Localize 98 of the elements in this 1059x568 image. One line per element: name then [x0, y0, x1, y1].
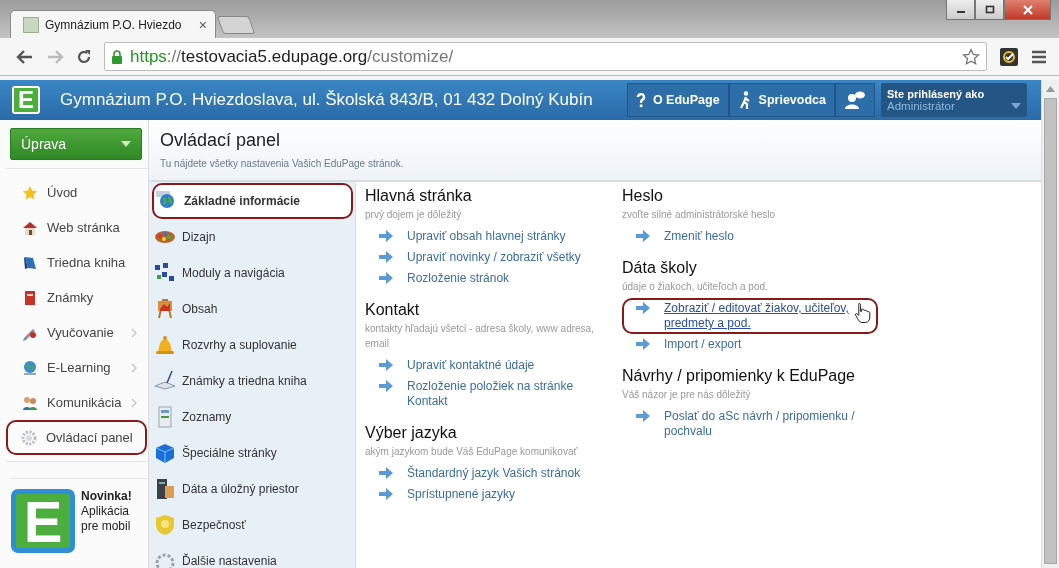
arrow-icon [379, 251, 393, 263]
section-title: Hlavná stránka [365, 187, 473, 205]
blocks-icon [154, 262, 176, 284]
sidebar-item[interactable]: Triedna kniha [6, 245, 147, 280]
edit-menu-button[interactable]: Úprava [10, 128, 142, 160]
settings-link[interactable]: Upraviť kontaktné údaje [365, 355, 621, 376]
category-item[interactable]: Špeciálne stránky [152, 435, 353, 471]
category-item[interactable]: Rozvrhy a suplovanie [152, 327, 353, 363]
hand-cursor-icon [854, 302, 872, 324]
back-icon[interactable] [16, 48, 34, 65]
menu-icon[interactable] [1031, 49, 1047, 64]
category-item[interactable]: Ďalšie nastavenia [152, 543, 353, 568]
minimize-button[interactable] [946, 0, 975, 20]
page-title: Ovládací panel [160, 130, 282, 151]
category-item[interactable]: Známky a triedna kniha [152, 363, 353, 399]
lock-icon [111, 49, 123, 64]
maximize-button[interactable] [975, 0, 1004, 20]
section-title: Návrhy / pripomienky k EduPage [622, 367, 856, 385]
settings-link[interactable]: Štandardný jazyk Vašich stránok [365, 463, 621, 484]
scrollbar[interactable] [1041, 80, 1059, 568]
close-icon [1021, 4, 1034, 15]
caret-icon [121, 141, 131, 147]
settings-link[interactable]: Upraviť obsah hlavnej stránky [365, 226, 621, 247]
gear-icon [21, 429, 37, 446]
help-button[interactable]: O EduPage [626, 83, 729, 117]
notebook-icon [22, 289, 38, 306]
arrow-icon [379, 467, 393, 479]
tab-close-button[interactable]: × [198, 16, 207, 33]
arrow-icon [636, 410, 650, 422]
section-title: Výber jazyka [365, 424, 458, 442]
chat-button[interactable] [835, 83, 875, 117]
sidebar-item[interactable]: Úvod [6, 175, 147, 210]
section-subtitle: zvoľte silné administrátorské heslo [622, 208, 776, 222]
reload-icon[interactable] [76, 48, 92, 65]
section-subtitle: Váš názor je pre nás dôležitý [622, 388, 752, 402]
settings-link[interactable]: Rozloženie stránok [365, 268, 621, 289]
section-subtitle: akým jazykom bude Váš EduPage komunikovať [365, 445, 579, 459]
settings-link[interactable]: Sprístupnené jazyky [365, 484, 621, 505]
section-title: Kontakt [365, 301, 421, 319]
favicon-icon [23, 16, 39, 33]
tab-title: Gymnázium P.O. Hviezdo [45, 17, 183, 32]
arrow-icon [636, 338, 650, 350]
page-subtitle: Tu nájdete všetky nastavenia Vašich EduPage stránok. [160, 158, 405, 169]
settings-link[interactable]: Import / export [622, 334, 878, 355]
server-icon [154, 478, 176, 500]
category-item[interactable]: Bezpečnosť [152, 507, 353, 543]
category-item[interactable]: Dizajn [152, 219, 353, 255]
shield-icon [154, 514, 176, 536]
cube-icon [154, 442, 176, 464]
arrow-icon [379, 359, 393, 371]
globe-icon [22, 359, 38, 376]
promo-title: Novinka! [81, 489, 133, 504]
bookmark-star-icon[interactable] [962, 47, 980, 66]
section-subtitle: prvý dojem je dôležitý [365, 208, 463, 222]
section-subtitle: údaje o žiakoch, učiteľoch a pod. [622, 280, 769, 294]
maximize-icon [984, 5, 995, 14]
category-item[interactable]: Základné informácie [152, 183, 353, 219]
sidebar-item[interactable]: Ovládací panel [6, 420, 147, 455]
promo-text[interactable]: Aplikácia pre mobil [81, 504, 141, 534]
settings-link[interactable]: Upraviť novinky / zobraziť všetky [365, 247, 621, 268]
sidebar-item[interactable]: Známky [6, 280, 147, 315]
category-item[interactable]: Moduly a navigácia [152, 255, 353, 291]
close-button[interactable] [1004, 0, 1051, 20]
category-item[interactable]: Zoznamy [152, 399, 353, 435]
guide-button[interactable]: Sprievodca [728, 83, 835, 117]
arrow-icon [379, 272, 393, 284]
book-icon [22, 254, 38, 271]
arrow-icon [379, 488, 393, 500]
settings-link[interactable]: Rozloženie položiek na stránke Kontakt [365, 376, 621, 412]
people-icon [22, 394, 38, 411]
sidebar-item[interactable]: Komunikácia [6, 385, 147, 420]
house-icon [22, 219, 38, 236]
arrow-icon [636, 302, 650, 314]
user-dropdown[interactable]: Ste prihlásený ako Administrátor [881, 83, 1027, 117]
sidebar-item[interactable]: Vyučovanie [6, 315, 147, 350]
settings-link[interactable]: Zmeniť heslo [622, 226, 878, 247]
section-title: Heslo [622, 187, 664, 205]
extension-icon[interactable] [999, 46, 1019, 67]
address-bar[interactable]: https://testovacia5.edupage.org/customize/ [104, 42, 987, 71]
sidebar-item[interactable]: Web stránka [6, 210, 147, 245]
question-mark-icon [635, 92, 646, 108]
section-subtitle: kontakty hľadajú všetci - adresa školy, www adresa, email [365, 322, 595, 351]
walking-person-icon [737, 91, 752, 109]
arrow-icon [379, 380, 393, 392]
category-item[interactable]: Dáta a úložný priestor [152, 471, 353, 507]
settings-link[interactable]: Poslať do aSc návrh / pripomienku / pochvalu [622, 406, 878, 442]
browser-tab[interactable]: Gymnázium P.O. Hviezdo × [10, 10, 216, 38]
star-icon [22, 184, 38, 201]
school-name: Gymnázium P.O. Hviezdoslava, ul. Školská 843/B, 01 432 Dolný Kubín [60, 90, 594, 110]
person-speech-icon [844, 90, 866, 110]
arrow-icon [636, 230, 650, 242]
section-title: Dáta školy [622, 259, 698, 277]
bell-icon [154, 334, 176, 356]
caret-icon [1011, 103, 1021, 109]
sidebar-item[interactable]: E-Learning [6, 350, 147, 385]
category-item[interactable]: Obsah [152, 291, 353, 327]
settings-link[interactable]: Zobraziť / editovať žiakov, učiteľov, predmety a pod. [622, 298, 878, 334]
arrow-icon [379, 230, 393, 242]
